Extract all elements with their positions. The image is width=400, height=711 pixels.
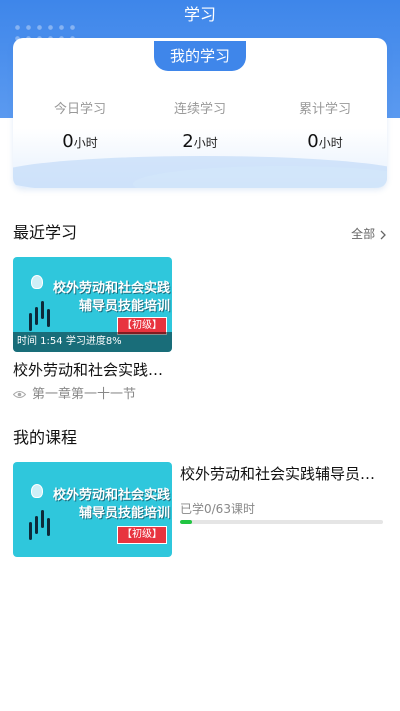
stat-value: 0小时 — [20, 130, 140, 155]
stat-label: 今日学习 — [53, 102, 106, 117]
page-title: 学习 — [183, 5, 216, 24]
level-tag: 【初级】 — [117, 526, 167, 544]
stat-number: 0 — [307, 131, 319, 152]
eye-icon — [13, 391, 26, 398]
recent-course-thumbnail[interactable]: 校外劳动和社会实践 辅导员技能培训 【初级】 时间 1:54 学习进度8% — [13, 257, 172, 352]
stat-unit: 小时 — [193, 136, 218, 150]
stat-consecutive: 连续学习 2小时 — [140, 100, 260, 155]
stat-today: 今日学习 0小时 — [20, 100, 140, 155]
my-learning-tab: 我的学习 — [154, 41, 246, 71]
recent-course-chapter: 第一章第一十一节 — [13, 385, 136, 405]
progress-overlay: 时间 1:54 学习进度8% — [13, 332, 172, 352]
recent-learning-title: 最近学习 — [13, 223, 78, 242]
stat-label: 连续学习 — [173, 102, 226, 117]
stat-unit: 小时 — [73, 136, 98, 150]
course-progress-label: 已学0/63课时 — [180, 502, 255, 516]
course-thumbnail[interactable]: 校外劳动和社会实践 辅导员技能培训 【初级】 — [13, 462, 172, 557]
see-all-link[interactable]: 全部 — [351, 224, 387, 244]
recent-course-title[interactable]: 校外劳动和社会实践… — [13, 359, 163, 381]
chapter-label: 第一章第一十一节 — [32, 387, 137, 402]
course-progress-fill — [180, 520, 193, 524]
stat-unit: 小时 — [318, 136, 343, 150]
people-illustration — [27, 508, 51, 548]
stat-number: 2 — [182, 131, 194, 152]
thumb-title-line1: 校外劳动和社会实践 — [53, 281, 171, 296]
stat-number: 0 — [62, 131, 74, 152]
chevron-right-icon — [380, 230, 386, 239]
stat-total: 累计学习 0小时 — [265, 100, 385, 155]
course-title[interactable]: 校外劳动和社会实践辅导员… — [180, 463, 375, 485]
my-courses-title: 我的课程 — [13, 428, 78, 447]
stat-label: 累计学习 — [298, 102, 351, 117]
stat-value: 0小时 — [265, 130, 385, 155]
course-progress-bar — [180, 520, 383, 524]
see-all-label: 全部 — [351, 227, 376, 241]
lightbulb-icon — [31, 484, 43, 498]
thumb-title-line2: 辅导员技能培训 — [79, 506, 171, 521]
stat-value: 2小时 — [140, 130, 260, 155]
thumb-title-line1: 校外劳动和社会实践 — [53, 488, 171, 503]
lightbulb-icon — [31, 275, 43, 289]
thumb-title-line2: 辅导员技能培训 — [79, 299, 171, 314]
